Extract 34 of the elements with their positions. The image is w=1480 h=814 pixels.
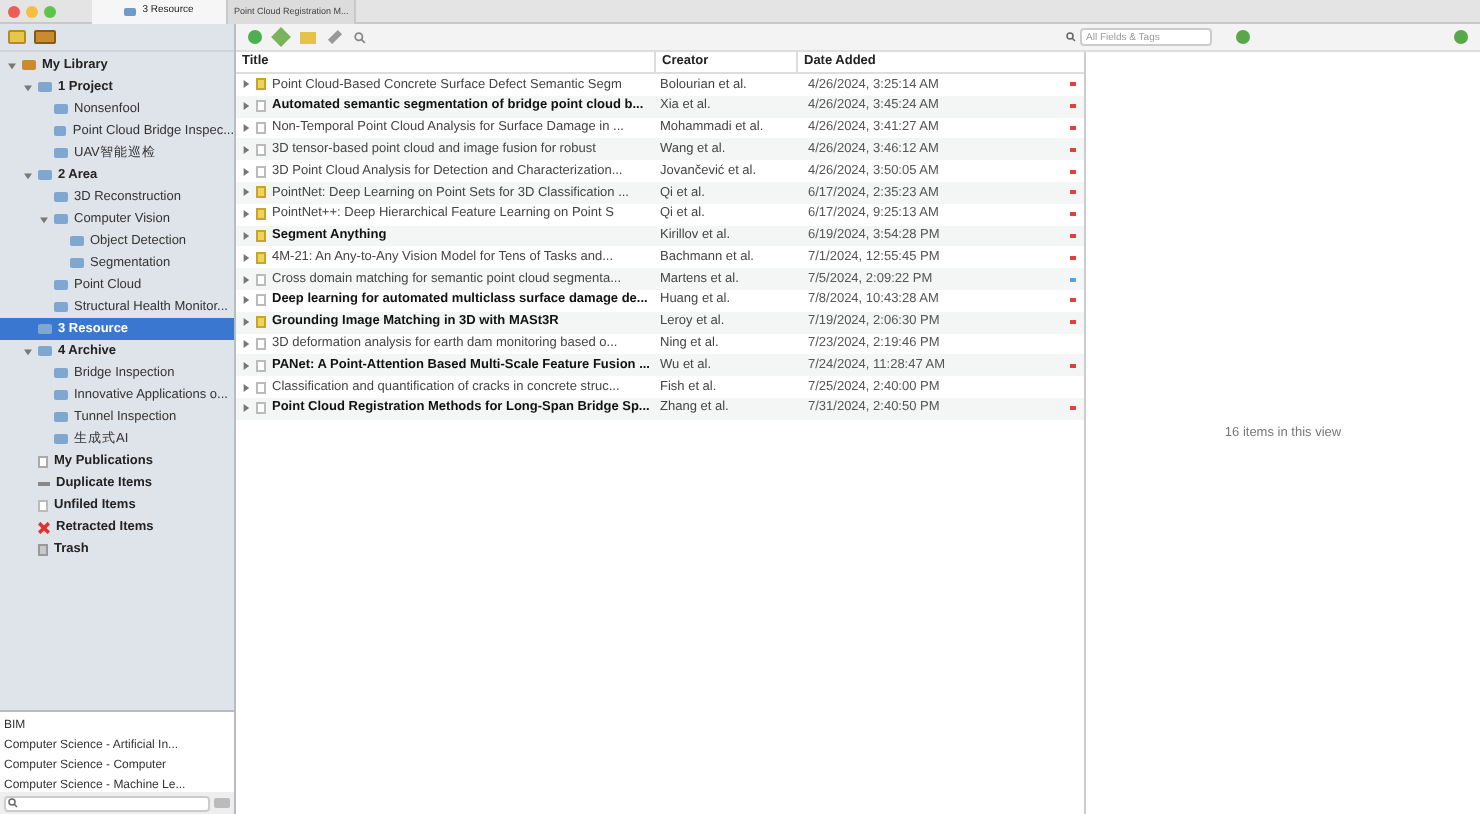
trash-icon: [38, 543, 48, 555]
retracted-icon: [38, 521, 50, 533]
collapsed-icon[interactable]: [242, 361, 250, 370]
preprint-icon: [256, 316, 266, 329]
close-icon[interactable]: [8, 5, 20, 17]
expanded-icon[interactable]: [22, 83, 32, 91]
document-icon: [38, 499, 48, 511]
collapsed-icon[interactable]: [242, 275, 250, 284]
library-icon: [22, 60, 36, 70]
folder-icon: [124, 8, 137, 16]
expanded-icon[interactable]: [22, 171, 32, 179]
collapsed-icon[interactable]: [242, 145, 250, 154]
tag-filter-field[interactable]: [4, 795, 210, 811]
collapsed-icon[interactable]: [242, 339, 250, 348]
collapsed-icon[interactable]: [242, 167, 250, 176]
collapsed-icon[interactable]: [242, 253, 250, 262]
preprint-icon: [256, 78, 266, 91]
collapsed-icon[interactable]: [242, 188, 250, 197]
search-icon[interactable]: [1066, 32, 1076, 42]
collapsed-icon[interactable]: [242, 102, 250, 111]
collapsed-icon[interactable]: [242, 318, 250, 327]
collapsed-icon[interactable]: [242, 80, 250, 89]
collapsed-icon[interactable]: [242, 404, 250, 413]
collapsed-icon[interactable]: [242, 210, 250, 219]
collapsed-icon[interactable]: [242, 383, 250, 392]
document-icon: [38, 455, 48, 467]
expanded-icon[interactable]: [38, 215, 48, 223]
collapsed-icon[interactable]: [242, 123, 250, 132]
search-icon: [8, 798, 18, 808]
expanded-icon[interactable]: [6, 61, 16, 69]
locate-icon[interactable]: [354, 31, 366, 43]
expanded-icon[interactable]: [22, 347, 32, 355]
collapsed-icon[interactable]: [242, 231, 250, 240]
collapsed-icon[interactable]: [242, 296, 250, 305]
